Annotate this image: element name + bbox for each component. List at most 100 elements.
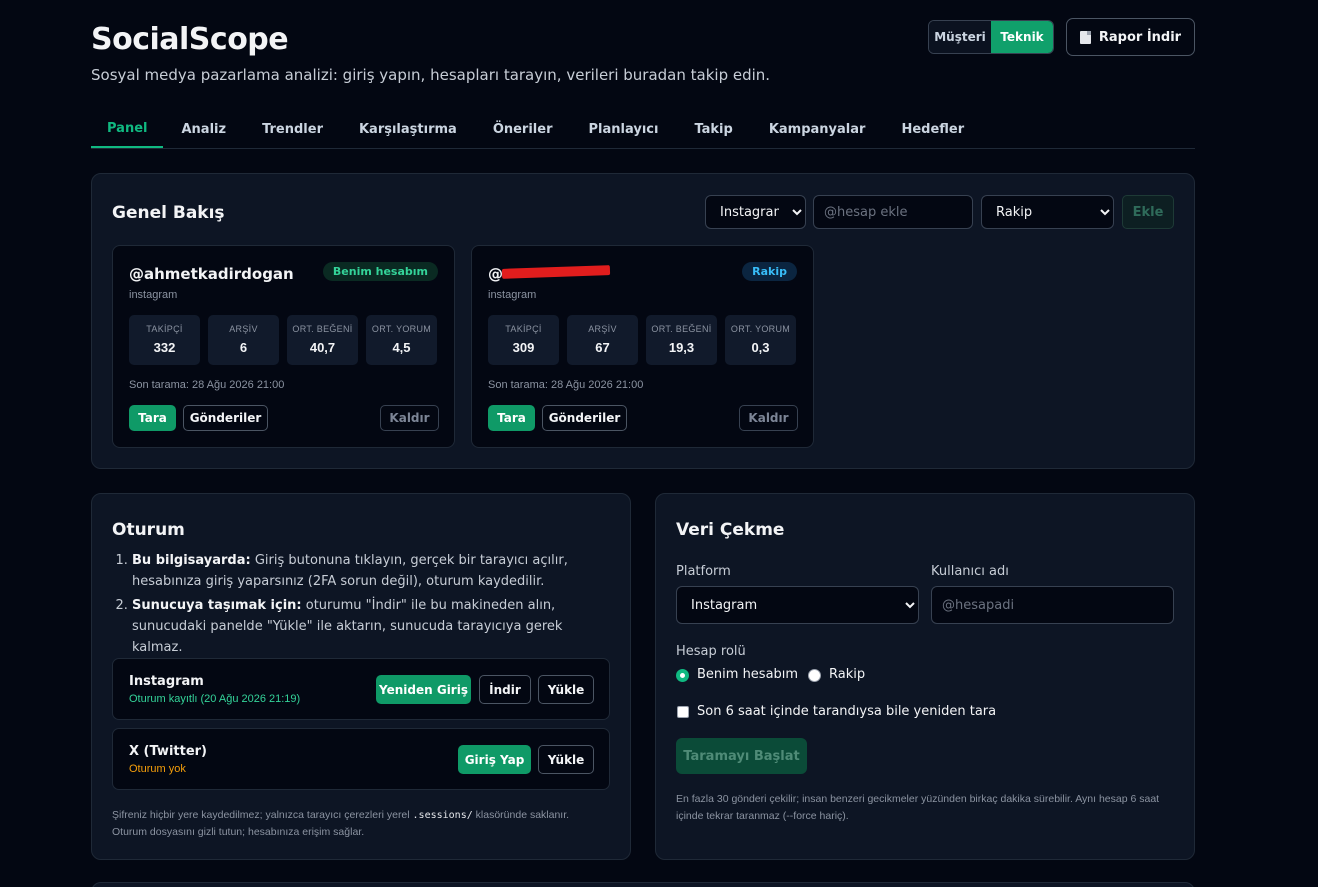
step-2-heading: Sunucuya taşımak için: [132,598,302,613]
stat-followers: TAKİPÇİ 309 [488,315,559,365]
stat-label: ORT. BEĞENİ [651,324,712,334]
stat-value: 19,3 [668,340,695,355]
start-scan-button[interactable]: Taramayı Başlat [676,738,807,774]
session-row-twitter: X (Twitter) Oturum yok Giriş Yap Yükle [112,728,610,790]
document-icon [1079,30,1091,44]
stat-label: TAKİPÇİ [146,324,183,334]
stat-avg-comments: ORT. YORUM 0,3 [725,315,796,365]
stat-avg-comments: ORT. YORUM 4,5 [366,315,437,365]
fetch-footnote: En fazla 30 gönderi çekilir; insan benze… [676,793,1160,822]
tab-oneriler[interactable]: Öneriler [475,110,571,148]
force-rescan-checkbox[interactable] [677,706,689,718]
add-account-button[interactable]: Ekle [1122,195,1174,229]
session-row-instagram: Instagram Oturum kayıtlı (20 Ağu 2026 21… [112,658,610,720]
session-title: Oturum [112,520,185,540]
stat-value: 40,7 [309,340,336,355]
session-footnote: Şifreniz hiçbir yere kaydedilmez; yalnız… [112,807,592,841]
relogin-button[interactable]: Yeniden Giriş [376,675,471,704]
tab-hedefler[interactable]: Hedefler [883,110,982,148]
stat-archive: ARŞİV 67 [567,315,638,365]
account-platform: instagram [129,289,178,301]
tab-karsilastirma[interactable]: Karşılaştırma [341,110,475,148]
download-session-button[interactable]: İndir [479,675,531,704]
platform-select[interactable]: Instagram [676,586,919,624]
account-platform: instagram [488,289,537,301]
session-platform-name: Instagram [129,674,204,689]
stat-archive: ARŞİV 6 [208,315,279,365]
mode-musteri-button[interactable]: Müşteri [929,21,991,53]
session-status: Oturum yok [129,763,186,775]
upload-session-button[interactable]: Yükle [538,745,594,774]
account-handle: @ [488,265,503,283]
last-scan-text: Son tarama: 28 Ağu 2026 21:00 [488,379,644,391]
main-tabs: Panel Analiz Trendler Karşılaştırma Öner… [91,110,1195,149]
username-label: Kullanıcı adı [931,564,1009,579]
stat-value: 67 [595,340,610,355]
footnote-code: .sessions/ [412,810,473,821]
account-role-badge: Benim hesabım [322,262,438,281]
tab-planlayici[interactable]: Planlayıcı [571,110,677,148]
tab-analiz[interactable]: Analiz [163,110,244,148]
stat-label: ORT. YORUM [371,324,432,334]
app-subtitle: Sosyal medya pazarlama analizi: giriş ya… [91,66,771,84]
posts-button[interactable]: Gönderiler [183,405,268,431]
overview-role-select[interactable]: Rakip [981,195,1114,229]
instruction-step-2: Sunucuya taşımak için: oturumu "İndir" i… [132,595,610,658]
stat-value: 332 [153,340,176,355]
stat-avg-likes: ORT. BEĞENİ 40,7 [287,315,358,365]
overview-card: Genel Bakış Instagram Rakip Ekle @ahmetk… [91,173,1195,469]
upload-session-button[interactable]: Yükle [538,675,594,704]
fetch-card: Veri Çekme Platform Instagram Kullanıcı … [655,493,1195,860]
session-instructions: Bu bilgisayarda: Giriş butonuna tıklayın… [112,550,610,661]
last-scan-text: Son tarama: 28 Ağu 2026 21:00 [129,379,285,391]
platform-label: Platform [676,564,731,579]
role-radio-rival-label: Rakip [829,667,866,682]
scan-button[interactable]: Tara [488,405,535,431]
tab-panel[interactable]: Panel [91,110,164,148]
stat-avg-likes: ORT. BEĞENİ 19,3 [646,315,717,365]
role-radio-rival[interactable] [808,669,821,682]
stat-label: ORT. BEĞENİ [292,324,353,334]
fetch-title: Veri Çekme [676,520,785,540]
account-role-label: Hesap rolü [676,644,746,659]
overview-platform-select[interactable]: Instagram [705,195,806,229]
overview-title: Genel Bakış [112,203,225,223]
account-handle: @ahmetkadirdogan [129,265,294,283]
stat-value: 309 [512,340,535,355]
account-card: @ahmetkadirdogan instagram Benim hesabım… [112,245,455,448]
role-radio-mine-label: Benim hesabım [697,667,799,682]
app-title: SocialScope [91,22,289,57]
remove-button[interactable]: Kaldır [739,405,798,431]
account-card: @ instagram Rakip TAKİPÇİ 309 ARŞİV 67 O… [471,245,814,448]
footnote-part-1: Şifreniz hiçbir yere kaydedilmez; yalnız… [112,809,413,821]
stat-value: 4,5 [392,340,411,355]
tab-takip[interactable]: Takip [676,110,750,148]
account-role-badge: Rakip [742,262,797,281]
stat-value: 6 [239,340,248,355]
posts-button[interactable]: Gönderiler [542,405,627,431]
stat-label: TAKİPÇİ [505,324,542,334]
stat-followers: TAKİPÇİ 332 [129,315,200,365]
stat-label: ORT. YORUM [730,324,791,334]
redaction-mark [501,265,611,279]
tab-kampanyalar[interactable]: Kampanyalar [751,110,884,148]
download-report-button[interactable]: Rapor İndir [1066,18,1195,56]
add-account-input[interactable] [813,195,973,229]
session-status: Oturum kayıtlı (20 Ağu 2026 21:19) [129,693,301,705]
stat-label: ARŞİV [229,324,258,334]
step-1-heading: Bu bilgisayarda: [132,553,251,568]
scan-button[interactable]: Tara [129,405,176,431]
mode-teknik-button[interactable]: Teknik [991,21,1053,53]
tab-trendler[interactable]: Trendler [244,110,341,148]
mode-toggle: Müşteri Teknik [928,20,1054,54]
next-section-card [91,882,1195,887]
session-card: Oturum Bu bilgisayarda: Giriş butonuna t… [91,493,631,860]
remove-button[interactable]: Kaldır [380,405,439,431]
instruction-step-1: Bu bilgisayarda: Giriş butonuna tıklayın… [132,550,610,592]
download-report-label: Rapor İndir [1098,29,1182,45]
stat-label: ARŞİV [588,324,617,334]
username-input[interactable] [931,586,1174,624]
role-radio-mine[interactable] [676,669,689,682]
login-button[interactable]: Giriş Yap [458,745,531,774]
force-rescan-label: Son 6 saat içinde tarandıysa bile yenide… [697,704,997,719]
